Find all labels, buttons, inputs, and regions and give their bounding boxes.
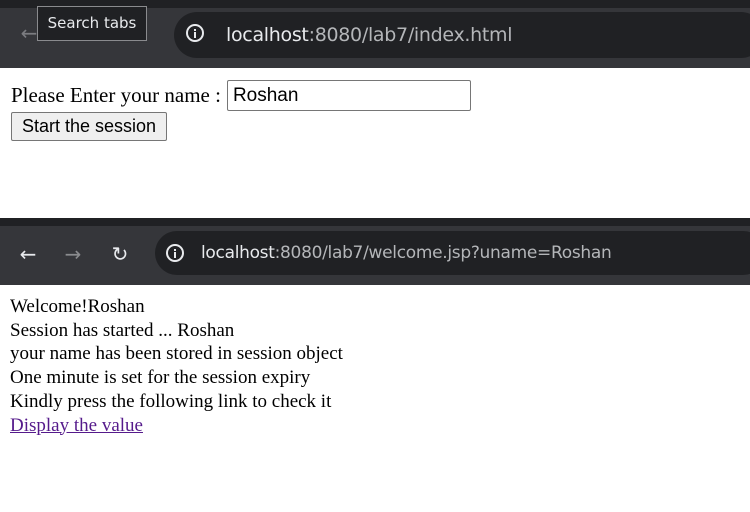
site-info-icon[interactable] — [166, 244, 184, 262]
display-value-link[interactable]: Display the value — [10, 415, 143, 436]
session-started-line: Session has started ... Roshan — [10, 319, 235, 341]
expiry-line: One minute is set for the session expiry — [10, 367, 311, 389]
forward-arrow-icon[interactable]: → — [61, 242, 85, 266]
back-arrow-icon[interactable]: ← — [16, 242, 40, 266]
name-form-row: Please Enter your name : Roshan — [11, 80, 471, 111]
address-url[interactable]: localhost:8080/lab7/index.html — [226, 22, 513, 48]
site-info-icon[interactable] — [186, 24, 204, 42]
address-bar[interactable]: localhost:8080/lab7/index.html — [174, 12, 750, 58]
welcome-line: Welcome!Roshan — [10, 296, 145, 317]
page-content-2: Welcome!Roshan Session has started ... R… — [10, 295, 343, 437]
tab-strip — [0, 218, 750, 226]
name-input[interactable]: Roshan — [226, 80, 471, 111]
search-tabs-tooltip: Search tabs — [37, 6, 147, 41]
reload-icon[interactable]: ↻ — [108, 242, 132, 266]
instruction-line: Kindly press the following link to check… — [10, 390, 332, 412]
browser-toolbar-1: ← localhost:8080/lab7/index.html Search … — [0, 0, 750, 68]
address-bar[interactable]: localhost:8080/lab7/welcome.jsp?uname=Ro… — [155, 231, 750, 275]
page-content-1: Please Enter your name : Roshan Start th… — [11, 80, 471, 141]
stored-line: your name has been stored in session obj… — [10, 343, 343, 365]
address-url[interactable]: localhost:8080/lab7/welcome.jsp?uname=Ro… — [201, 240, 612, 266]
name-label: Please Enter your name : — [11, 83, 221, 107]
start-session-button[interactable]: Start the session — [11, 112, 168, 141]
browser-toolbar-2: ← → ↻ localhost:8080/lab7/welcome.jsp?un… — [0, 218, 750, 285]
